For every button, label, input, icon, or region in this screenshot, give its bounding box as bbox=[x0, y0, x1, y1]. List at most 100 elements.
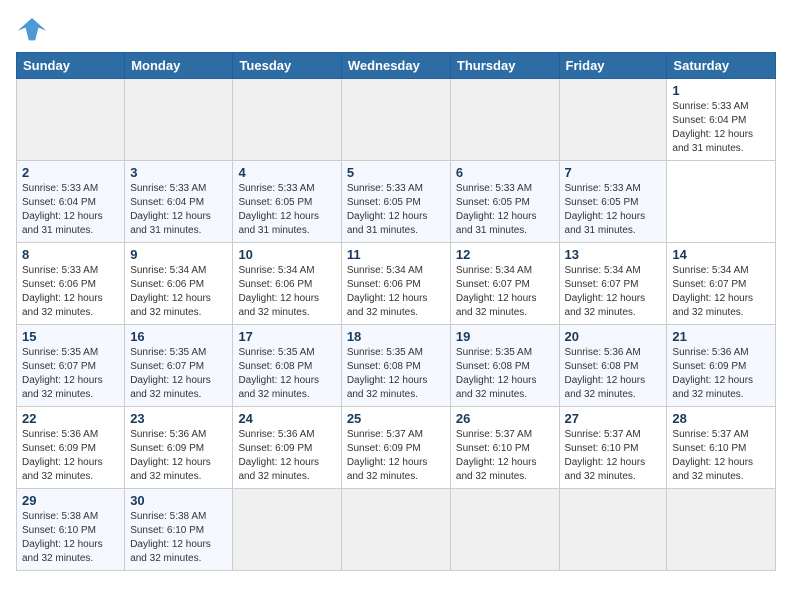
day-cell-21: 21 Sunrise: 5:36 AMSunset: 6:09 PMDayligh… bbox=[667, 325, 776, 407]
day-number: 24 bbox=[238, 411, 335, 426]
empty-cell bbox=[450, 489, 559, 571]
day-number: 29 bbox=[22, 493, 119, 508]
empty-cell bbox=[341, 489, 450, 571]
day-info: Sunrise: 5:37 AMSunset: 6:10 PMDaylight:… bbox=[456, 428, 554, 484]
day-number: 15 bbox=[22, 329, 119, 344]
day-cell-13: 13 Sunrise: 5:34 AMSunset: 6:07 PMDayligh… bbox=[559, 243, 667, 325]
day-info: Sunrise: 5:37 AMSunset: 6:10 PMDaylight:… bbox=[672, 428, 770, 484]
day-info: Sunrise: 5:36 AMSunset: 6:09 PMDaylight:… bbox=[238, 428, 335, 484]
empty-cell bbox=[559, 79, 667, 161]
empty-cell bbox=[233, 489, 341, 571]
day-cell-27: 27Sunrise: 5:37 AMSunset: 6:10 PMDayligh… bbox=[559, 407, 667, 489]
day-number: 16 bbox=[130, 329, 227, 344]
header-friday: Friday bbox=[559, 53, 667, 79]
empty-cell bbox=[341, 79, 450, 161]
day-cell-25: 25 Sunrise: 5:37 AMSunset: 6:09 PMDayligh… bbox=[341, 407, 450, 489]
day-number: 3 bbox=[130, 165, 227, 180]
calendar-week-3: 8 Sunrise: 5:33 AMSunset: 6:06 PMDaylight… bbox=[17, 243, 776, 325]
day-number: 2 bbox=[22, 165, 119, 180]
empty-cell bbox=[233, 79, 341, 161]
calendar-week-5: 22Sunrise: 5:36 AMSunset: 6:09 PMDayligh… bbox=[17, 407, 776, 489]
day-info: Sunrise: 5:37 AMSunset: 6:09 PMDaylight:… bbox=[347, 428, 445, 484]
day-info: Sunrise: 5:33 AMSunset: 6:04 PMDaylight:… bbox=[130, 182, 227, 238]
day-info: Sunrise: 5:38 AMSunset: 6:10 PMDaylight:… bbox=[130, 510, 227, 566]
day-cell-10: 10Sunrise: 5:34 AMSunset: 6:06 PMDayligh… bbox=[233, 243, 341, 325]
day-info: Sunrise: 5:34 AMSunset: 6:06 PMDaylight:… bbox=[347, 264, 445, 320]
header-monday: Monday bbox=[125, 53, 233, 79]
day-number: 9 bbox=[130, 247, 227, 262]
empty-cell bbox=[125, 79, 233, 161]
day-info: Sunrise: 5:34 AMSunset: 6:07 PMDaylight:… bbox=[672, 264, 770, 320]
day-cell-11: 11 Sunrise: 5:34 AMSunset: 6:06 PMDayligh… bbox=[341, 243, 450, 325]
day-number: 25 bbox=[347, 411, 445, 426]
header-sunday: Sunday bbox=[17, 53, 125, 79]
day-number: 30 bbox=[130, 493, 227, 508]
day-info: Sunrise: 5:35 AMSunset: 6:08 PMDaylight:… bbox=[347, 346, 445, 402]
header-tuesday: Tuesday bbox=[233, 53, 341, 79]
day-info: Sunrise: 5:36 AMSunset: 6:08 PMDaylight:… bbox=[565, 346, 662, 402]
day-info: Sunrise: 5:34 AMSunset: 6:06 PMDaylight:… bbox=[130, 264, 227, 320]
day-number: 5 bbox=[347, 165, 445, 180]
day-number: 14 bbox=[672, 247, 770, 262]
day-info: Sunrise: 5:33 AMSunset: 6:05 PMDaylight:… bbox=[238, 182, 335, 238]
day-number: 6 bbox=[456, 165, 554, 180]
header-saturday: Saturday bbox=[667, 53, 776, 79]
day-info: Sunrise: 5:33 AMSunset: 6:05 PMDaylight:… bbox=[347, 182, 445, 238]
calendar-week-1: 1 Sunrise: 5:33 AMSunset: 6:04 PMDaylight… bbox=[17, 79, 776, 161]
day-info: Sunrise: 5:33 AMSunset: 6:05 PMDaylight:… bbox=[565, 182, 662, 238]
day-number: 12 bbox=[456, 247, 554, 262]
day-info: Sunrise: 5:33 AMSunset: 6:04 PMDaylight:… bbox=[672, 100, 770, 156]
day-number: 8 bbox=[22, 247, 119, 262]
calendar-table: SundayMondayTuesdayWednesdayThursdayFrid… bbox=[16, 52, 776, 571]
day-number: 23 bbox=[130, 411, 227, 426]
day-info: Sunrise: 5:36 AMSunset: 6:09 PMDaylight:… bbox=[130, 428, 227, 484]
day-number: 18 bbox=[347, 329, 445, 344]
day-cell-8: 8 Sunrise: 5:33 AMSunset: 6:06 PMDaylight… bbox=[17, 243, 125, 325]
day-info: Sunrise: 5:33 AMSunset: 6:06 PMDaylight:… bbox=[22, 264, 119, 320]
day-number: 1 bbox=[672, 83, 770, 98]
day-cell-7: 7 Sunrise: 5:33 AMSunset: 6:05 PMDaylight… bbox=[559, 161, 667, 243]
day-number: 4 bbox=[238, 165, 335, 180]
day-cell-28: 28 Sunrise: 5:37 AMSunset: 6:10 PMDayligh… bbox=[667, 407, 776, 489]
page-header bbox=[16, 16, 776, 44]
day-number: 7 bbox=[565, 165, 662, 180]
day-info: Sunrise: 5:34 AMSunset: 6:07 PMDaylight:… bbox=[456, 264, 554, 320]
header-thursday: Thursday bbox=[450, 53, 559, 79]
day-info: Sunrise: 5:35 AMSunset: 6:07 PMDaylight:… bbox=[130, 346, 227, 402]
day-cell-23: 23 Sunrise: 5:36 AMSunset: 6:09 PMDayligh… bbox=[125, 407, 233, 489]
day-number: 28 bbox=[672, 411, 770, 426]
calendar-week-4: 15 Sunrise: 5:35 AMSunset: 6:07 PMDayligh… bbox=[17, 325, 776, 407]
day-cell-29: 29 Sunrise: 5:38 AMSunset: 6:10 PMDayligh… bbox=[17, 489, 125, 571]
day-info: Sunrise: 5:38 AMSunset: 6:10 PMDaylight:… bbox=[22, 510, 119, 566]
day-cell-4: 4 Sunrise: 5:33 AMSunset: 6:05 PMDaylight… bbox=[233, 161, 341, 243]
day-info: Sunrise: 5:36 AMSunset: 6:09 PMDaylight:… bbox=[22, 428, 119, 484]
empty-cell bbox=[667, 489, 776, 571]
day-number: 19 bbox=[456, 329, 554, 344]
day-info: Sunrise: 5:33 AMSunset: 6:04 PMDaylight:… bbox=[22, 182, 119, 238]
empty-cell bbox=[17, 79, 125, 161]
day-number: 11 bbox=[347, 247, 445, 262]
day-cell-5: 5 Sunrise: 5:33 AMSunset: 6:05 PMDaylight… bbox=[341, 161, 450, 243]
day-cell-19: 19Sunrise: 5:35 AMSunset: 6:08 PMDayligh… bbox=[450, 325, 559, 407]
calendar-week-6: 29 Sunrise: 5:38 AMSunset: 6:10 PMDayligh… bbox=[17, 489, 776, 571]
logo-bird-icon bbox=[16, 16, 48, 44]
day-cell-24: 24 Sunrise: 5:36 AMSunset: 6:09 PMDayligh… bbox=[233, 407, 341, 489]
day-cell-12: 12 Sunrise: 5:34 AMSunset: 6:07 PMDayligh… bbox=[450, 243, 559, 325]
day-cell-2: 2 Sunrise: 5:33 AMSunset: 6:04 PMDaylight… bbox=[17, 161, 125, 243]
day-info: Sunrise: 5:36 AMSunset: 6:09 PMDaylight:… bbox=[672, 346, 770, 402]
day-number: 10 bbox=[238, 247, 335, 262]
logo bbox=[16, 16, 52, 44]
day-cell-20: 20Sunrise: 5:36 AMSunset: 6:08 PMDayligh… bbox=[559, 325, 667, 407]
day-number: 27 bbox=[565, 411, 662, 426]
day-cell-16: 16 Sunrise: 5:35 AMSunset: 6:07 PMDayligh… bbox=[125, 325, 233, 407]
day-cell-6: 6 Sunrise: 5:33 AMSunset: 6:05 PMDaylight… bbox=[450, 161, 559, 243]
day-info: Sunrise: 5:34 AMSunset: 6:07 PMDaylight:… bbox=[565, 264, 662, 320]
day-info: Sunrise: 5:33 AMSunset: 6:05 PMDaylight:… bbox=[456, 182, 554, 238]
day-number: 13 bbox=[565, 247, 662, 262]
day-number: 21 bbox=[672, 329, 770, 344]
empty-cell bbox=[559, 489, 667, 571]
day-cell-14: 14 Sunrise: 5:34 AMSunset: 6:07 PMDayligh… bbox=[667, 243, 776, 325]
day-cell-9: 9 Sunrise: 5:34 AMSunset: 6:06 PMDaylight… bbox=[125, 243, 233, 325]
day-info: Sunrise: 5:35 AMSunset: 6:08 PMDaylight:… bbox=[238, 346, 335, 402]
day-cell-15: 15Sunrise: 5:35 AMSunset: 6:07 PMDayligh… bbox=[17, 325, 125, 407]
